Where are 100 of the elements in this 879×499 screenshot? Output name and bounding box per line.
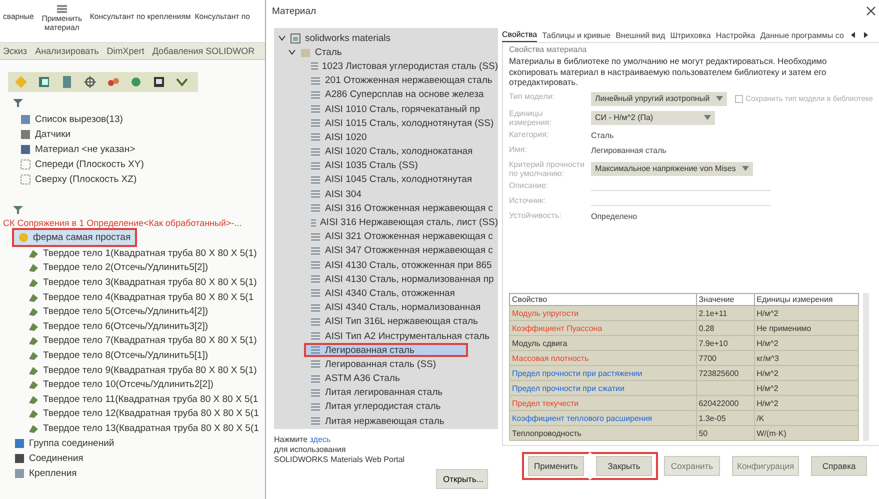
body-icon — [28, 379, 39, 390]
filter-icon[interactable] — [12, 98, 24, 108]
material-item[interactable]: AISI 1035 Сталь (SS) — [274, 158, 498, 173]
folder-icon — [300, 46, 311, 58]
material-item[interactable]: Легированная сталь (SS) — [274, 357, 498, 372]
dropdown-field[interactable]: Максимальное напряжение von Mises — [591, 162, 753, 176]
tree-item[interactable]: Твердое тело 3(Квадратная труба 80 X 80 X 5(1) — [14, 275, 265, 290]
caret-icon — [716, 96, 723, 101]
material-item[interactable]: AISI 1015 Сталь, холоднотянутая (SS) — [274, 116, 498, 130]
tree-item[interactable]: Сверху (Плоскость XZ) — [20, 172, 265, 187]
material-item[interactable]: A286 Суперсплав на основе железа — [274, 88, 498, 102]
dialog-button[interactable]: Справка — [811, 456, 868, 476]
field-value: Определено — [591, 212, 638, 221]
arrow-left-icon[interactable] — [848, 31, 857, 39]
tree-item[interactable]: Твердое тело 11(Квадратная труба 80 X 80 X 5(1 — [14, 392, 265, 407]
tree-item[interactable]: solidworks materials — [274, 31, 498, 46]
table-cell: Модуль упругости — [510, 306, 696, 320]
crosshair-icon[interactable] — [83, 75, 97, 89]
tree-item[interactable]: Твердое тело 9(Квадратная труба 80 X 80 X 5(1) — [14, 362, 265, 378]
close-icon[interactable] — [866, 6, 876, 16]
dialog-button[interactable]: Применить — [528, 456, 584, 476]
tree-item[interactable]: Группа соединений — [14, 436, 265, 451]
chevron-icon[interactable] — [278, 34, 286, 42]
command-tab[interactable]: Эскиз — [3, 46, 28, 56]
command-tab[interactable]: Анализировать — [35, 46, 99, 56]
table-cell: 50 — [696, 426, 754, 440]
filter-icon[interactable] — [12, 205, 24, 215]
column-header: Единицы измерения — [754, 294, 858, 306]
field-label: Критерий прочности по умолчанию: — [509, 160, 585, 178]
tree-item[interactable]: Спереди (Плоскость XY) — [20, 157, 265, 172]
body-icon — [28, 422, 39, 434]
tree-item[interactable]: Твердое тело 12(Квадратная труба 80 X 80 X 5(1 — [14, 406, 265, 422]
body-icon — [28, 364, 39, 376]
dialog-button[interactable]: Закрыть — [596, 456, 652, 476]
material-item[interactable]: AISI 4340 Сталь, нормализованная — [274, 300, 498, 315]
circle-icon[interactable] — [129, 75, 143, 89]
tree-item[interactable]: Твердое тело 10(Отсечь/Удлинить2[2]) — [14, 377, 265, 392]
table-cell: Н/м^2 — [754, 366, 858, 380]
material-item[interactable]: AISI 4340 Сталь, отожженная — [274, 286, 498, 301]
command-tab[interactable]: Добавления SOLIDWOR — [152, 46, 255, 56]
material-item[interactable]: AISI 316 Отожженная нержавеющая с — [274, 201, 498, 216]
tab[interactable]: Настройка — [716, 28, 756, 42]
arrow-right-icon[interactable] — [862, 31, 870, 39]
scrollbar[interactable] — [863, 293, 869, 441]
table-cell: Массовая плотность — [510, 350, 696, 366]
tree-item[interactable]: Твердое тело 1(Квадратная труба 80 X 80 X 5(1) — [14, 246, 265, 261]
material-item[interactable]: AISI 1020 Сталь, холоднокатаная — [274, 144, 498, 159]
tree-item[interactable]: Крепления — [14, 466, 265, 481]
tree-item[interactable]: Твердое тело 13(Квадратная труба 80 X 80 X 5(1 — [14, 421, 265, 436]
body-icon — [28, 335, 39, 346]
material-item[interactable]: AISI 1010 Сталь, горячекатаный пр — [274, 102, 498, 116]
material-item[interactable]: AISI 321 Отожженная нержавеющая с — [274, 230, 498, 244]
material-item[interactable]: Литая углеродистая сталь — [274, 400, 498, 414]
portal-link[interactable]: здесь — [310, 435, 331, 444]
table-cell: 620422000 — [696, 396, 754, 410]
material-item[interactable]: AISI 316 Нержавеющая сталь, лист (SS) — [274, 215, 498, 230]
material-item[interactable]: 1023 Листовая углеродистая сталь (SS) — [274, 59, 498, 74]
command-tab[interactable]: DimXpert — [106, 46, 144, 56]
material-item[interactable]: AISI Тип A2 Инструментальная сталь — [274, 328, 498, 344]
tree-item[interactable]: Твердое тело 5(Отсечь/Удлинить4[2]) — [14, 304, 265, 319]
picture-frame-icon[interactable] — [152, 75, 166, 89]
tree-item[interactable]: Сталь — [274, 45, 498, 60]
chevron-icon[interactable] — [288, 48, 296, 56]
tree-item[interactable]: Список вырезов(13) — [20, 112, 265, 127]
tree-item[interactable]: Датчики — [20, 127, 265, 142]
tree-item[interactable]: Твердое тело 6(Отсечь/Удлинить3[2]) — [14, 318, 265, 334]
field-value: Сталь — [591, 131, 614, 140]
tree-item[interactable]: Материал <не указан> — [20, 142, 265, 157]
tree-item[interactable]: Твердое тело 4(Квадратная труба 80 X 80 X 5(1 — [14, 290, 265, 304]
material-item[interactable]: AISI 1020 — [274, 130, 498, 144]
material-item[interactable]: 201 Отожженная нержавеющая сталь — [274, 74, 498, 88]
tab[interactable]: Данные программы со — [760, 28, 844, 42]
table-cell: Модуль сдвига — [510, 336, 696, 350]
material-item[interactable]: Легированная сталь — [304, 343, 468, 358]
dropdown-field[interactable]: СИ - Н/м^2 (Па) — [591, 110, 715, 124]
tree-item[interactable]: ферма самая простая — [14, 230, 135, 245]
pin-icon[interactable] — [106, 75, 120, 89]
material-item[interactable]: AISI 1045 Сталь, холоднотянутая — [274, 172, 498, 188]
dropdown-field[interactable]: Линейный упругий изотропный — [591, 92, 727, 106]
material-item[interactable]: AISI 347 Отожженная нержавеющая с — [274, 244, 498, 258]
material-item[interactable]: Литая легированная сталь — [274, 386, 498, 400]
material-item[interactable]: AISI Тип 316L нержавеющая сталь — [274, 314, 498, 329]
tab[interactable]: Таблицы и кривые — [542, 28, 611, 42]
material-item[interactable]: AISI 304 — [274, 187, 498, 202]
material-item[interactable]: Литая нержавеющая сталь — [274, 414, 498, 428]
material-item[interactable]: AISI 4130 Сталь, отожженная при 865 — [274, 258, 498, 272]
open-button[interactable]: Открыть... — [436, 469, 488, 489]
material-item[interactable]: ASTM A36 Сталь — [274, 372, 498, 386]
list-icon — [56, 4, 68, 14]
document-icon[interactable] — [60, 75, 74, 89]
tree-item[interactable]: Твердое тело 8(Отсечь/Удлинить5[1]) — [14, 348, 265, 363]
tab[interactable]: Внешний вид — [616, 28, 666, 42]
tree-item[interactable]: Твердое тело 7(Квадратная труба 80 X 80 X 5(1) — [14, 334, 265, 348]
tab[interactable]: Свойства — [502, 28, 538, 42]
tree-item[interactable]: Твердое тело 2(Отсечь/Удлинить5[2]) — [14, 260, 265, 276]
panel-icon[interactable] — [37, 75, 51, 89]
tree-item[interactable]: Соединения — [14, 450, 265, 466]
table-cell: Н/м^2 — [754, 306, 858, 320]
material-item[interactable]: AISI 4130 Сталь, нормализованная пр — [274, 272, 498, 286]
tab[interactable]: Штриховка — [670, 28, 711, 42]
